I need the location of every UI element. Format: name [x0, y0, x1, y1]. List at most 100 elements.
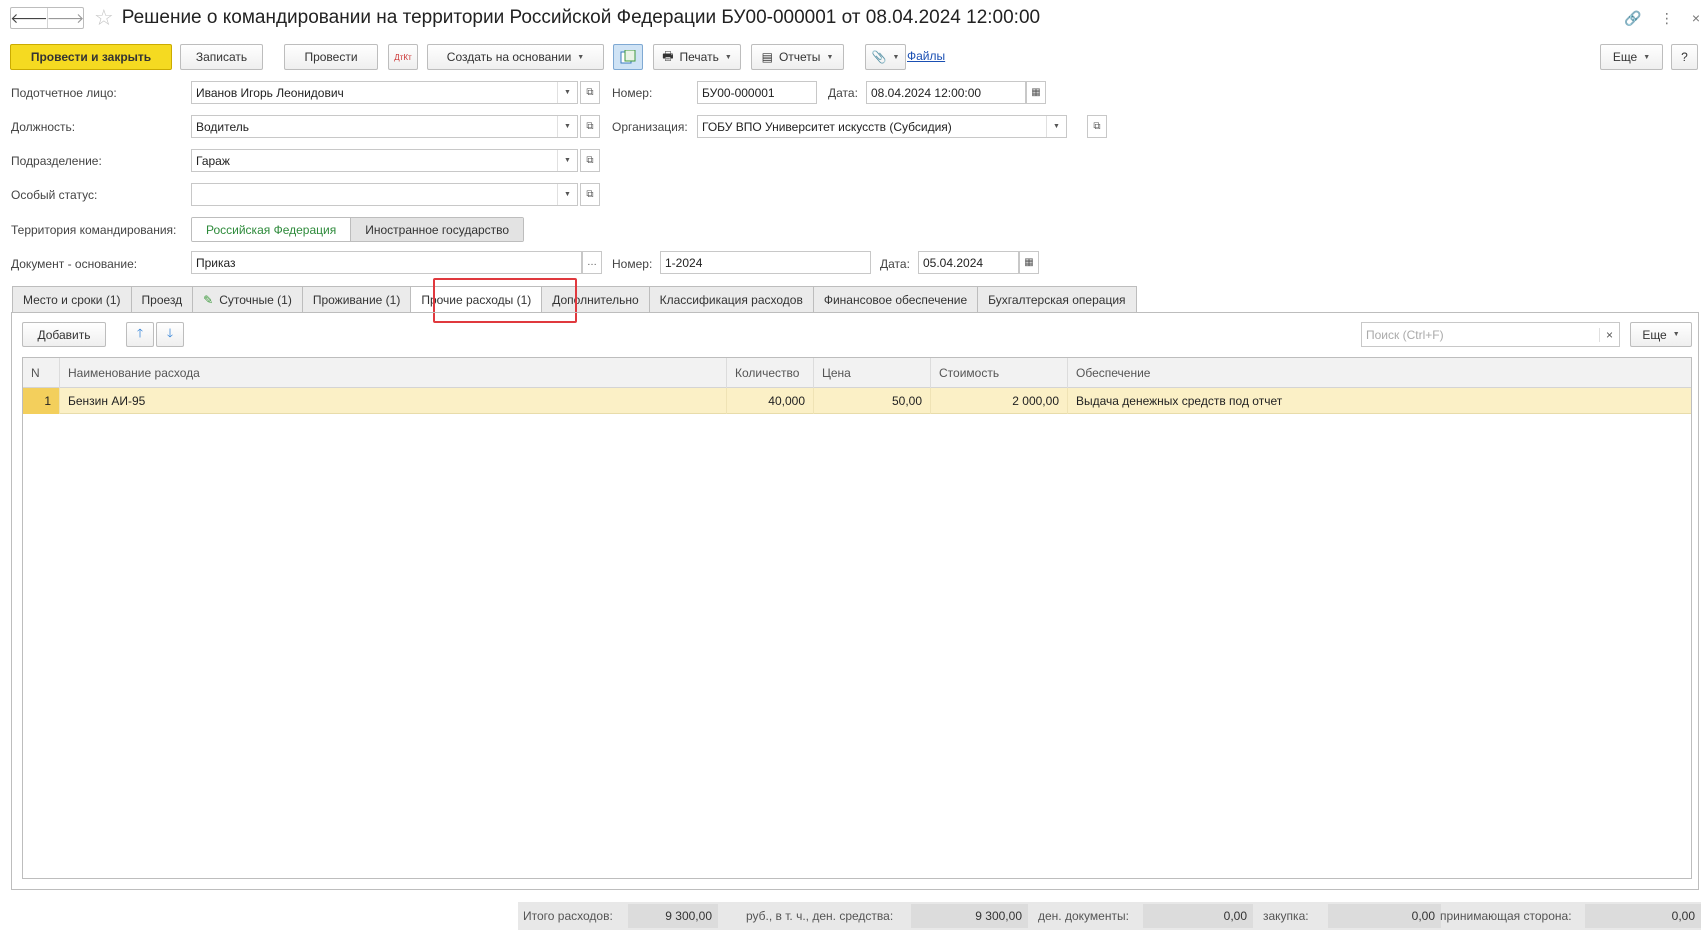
special-status-field[interactable]: ▼: [191, 183, 578, 206]
total-label: Итого расходов:: [523, 909, 613, 923]
date-label: Дата:: [828, 86, 858, 100]
save-button[interactable]: Записать: [180, 44, 263, 70]
number-label: Номер:: [612, 86, 653, 100]
tab-expense-classification[interactable]: Классификация расходов: [648, 286, 813, 313]
cash-value: 9 300,00: [911, 904, 1028, 928]
post-button[interactable]: Провести: [284, 44, 378, 70]
dropdown-arrow-icon[interactable]: ▼: [557, 150, 577, 171]
column-header-quantity[interactable]: Количество: [727, 358, 814, 388]
forward-arrow-icon[interactable]: 🡒: [47, 8, 84, 28]
basis-date-value: 05.04.2024: [923, 255, 984, 270]
cell-provision[interactable]: Выдача денежных средств под отчет: [1068, 388, 1691, 414]
territory-option-foreign[interactable]: Иностранное государство: [350, 218, 524, 241]
post-and-close-button[interactable]: Провести и закрыть: [10, 44, 172, 70]
chevron-down-icon: ▼: [1672, 331, 1680, 338]
more-options-icon[interactable]: ⋮: [1660, 10, 1674, 27]
territory-switch: Российская Федерация Иностранное государ…: [191, 217, 525, 242]
command-toolbar: Провести и закрыть Записать Провести ДтК…: [10, 44, 1698, 70]
accountable-person-field[interactable]: Иванов Игорь Леонидович ▼: [191, 81, 578, 104]
totals-footer: Итого расходов: 9 300,00 руб., в т. ч., …: [518, 902, 1701, 930]
basis-date-field[interactable]: 05.04.2024: [918, 251, 1019, 274]
column-header-cost[interactable]: Стоимость: [931, 358, 1068, 388]
title-bar: 🡐 🡒 ☆ Решение о командировании на террит…: [0, 0, 1708, 36]
tab-accounting-operation[interactable]: Бухгалтерская операция: [977, 286, 1137, 313]
column-header-name[interactable]: Наименование расхода: [60, 358, 727, 388]
page-title: Решение о командировании на территории Р…: [121, 7, 1041, 28]
move-down-icon[interactable]: 🡓: [156, 322, 184, 347]
tab-per-diem[interactable]: ✎ Суточные (1): [192, 286, 302, 313]
date-value: 08.04.2024 12:00:00: [871, 85, 982, 100]
documents-label: ден. документы:: [1038, 909, 1129, 923]
dropdown-arrow-icon[interactable]: ▼: [1046, 116, 1066, 137]
purchase-value: 0,00: [1328, 904, 1441, 928]
tab-place-and-dates[interactable]: Место и сроки (1): [12, 286, 131, 313]
date-field[interactable]: 08.04.2024 12:00:00: [866, 81, 1026, 104]
printer-icon: 🖶: [662, 48, 674, 63]
accountable-person-label: Подотчетное лицо:: [11, 86, 117, 100]
cell-name[interactable]: Бензин АИ-95: [60, 388, 727, 414]
attachment-button[interactable]: 📎 ▼: [865, 44, 906, 70]
dropdown-arrow-icon[interactable]: ▼: [557, 82, 577, 103]
open-icon[interactable]: ⧉: [580, 81, 600, 104]
add-button[interactable]: Добавить: [22, 322, 106, 347]
basis-number-field[interactable]: 1-2024: [660, 251, 871, 274]
link-icon[interactable]: 🔗: [1624, 10, 1641, 27]
position-label: Должность:: [11, 120, 76, 134]
table-more-button[interactable]: Еще ▼: [1630, 322, 1692, 347]
territory-label: Территория командирования:: [11, 223, 177, 237]
territory-option-russia[interactable]: Российская Федерация: [192, 218, 351, 241]
department-field[interactable]: Гараж ▼: [191, 149, 578, 172]
calendar-icon[interactable]: ▦: [1019, 251, 1039, 274]
cell-quantity[interactable]: 40,000: [727, 388, 814, 414]
tab-financial-support[interactable]: Финансовое обеспечение: [812, 286, 978, 313]
print-button[interactable]: 🖶 Печать ▼: [653, 44, 741, 70]
open-icon[interactable]: ⧉: [580, 149, 600, 172]
number-field[interactable]: БУ00-000001: [697, 81, 817, 104]
print-label: Печать: [679, 50, 719, 64]
chevron-down-icon: ▼: [577, 53, 585, 61]
cell-price[interactable]: 50,00: [814, 388, 931, 414]
files-link[interactable]: Файлы: [907, 49, 945, 63]
dropdown-arrow-icon[interactable]: ▼: [557, 116, 577, 137]
select-ellipsis-icon[interactable]: …: [582, 251, 602, 274]
chevron-down-icon: ▼: [1643, 53, 1651, 61]
organization-field[interactable]: ГОБУ ВПО Университет искусств (Субсидия)…: [697, 115, 1067, 138]
basis-number-label: Номер:: [612, 257, 653, 271]
more-button[interactable]: Еще ▼: [1600, 44, 1663, 70]
column-header-provision[interactable]: Обеспечение: [1068, 358, 1691, 388]
expenses-table: N Наименование расхода Количество Цена С…: [22, 357, 1692, 879]
help-button[interactable]: ?: [1671, 44, 1698, 70]
table-more-label: Еще: [1642, 327, 1667, 342]
department-value: Гараж: [196, 153, 230, 168]
number-value: БУ00-000001: [702, 85, 775, 100]
favorite-star-icon[interactable]: ☆: [94, 7, 114, 29]
table-row[interactable]: 1 Бензин АИ-95 40,000 50,00 2 000,00 Выд…: [23, 388, 1691, 414]
tab-accommodation[interactable]: Проживание (1): [301, 286, 411, 313]
tab-travel[interactable]: Проезд: [130, 286, 193, 313]
search-input[interactable]: Поиск (Ctrl+F) ×: [1361, 322, 1620, 347]
create-based-on-label: Создать на основании: [446, 50, 572, 64]
open-icon[interactable]: ⧉: [1087, 115, 1107, 138]
cell-n[interactable]: 1: [23, 388, 60, 414]
dt-kt-icon[interactable]: ДтКт: [388, 44, 418, 70]
clear-search-icon[interactable]: ×: [1599, 327, 1619, 342]
basis-document-field[interactable]: Приказ: [191, 251, 582, 274]
tab-per-diem-label: Суточные (1): [219, 292, 292, 307]
accountable-person-value: Иванов Игорь Леонидович: [196, 85, 344, 100]
cell-cost[interactable]: 2 000,00: [931, 388, 1068, 414]
open-icon[interactable]: ⧉: [580, 115, 600, 138]
structure-view-button[interactable]: [613, 44, 643, 70]
back-arrow-icon[interactable]: 🡐: [10, 8, 48, 28]
calendar-icon[interactable]: ▦: [1026, 81, 1046, 104]
close-icon[interactable]: ×: [1692, 10, 1700, 27]
move-up-icon[interactable]: 🡑: [126, 322, 154, 347]
column-header-n[interactable]: N: [23, 358, 60, 388]
column-header-price[interactable]: Цена: [814, 358, 931, 388]
create-based-on-button[interactable]: Создать на основании ▼: [427, 44, 604, 70]
position-field[interactable]: Водитель ▼: [191, 115, 578, 138]
reports-button[interactable]: ▤ Отчеты ▼: [751, 44, 844, 70]
search-placeholder: Поиск (Ctrl+F): [1366, 327, 1444, 342]
chevron-down-icon: ▼: [826, 53, 834, 61]
dropdown-arrow-icon[interactable]: ▼: [557, 184, 577, 205]
open-icon[interactable]: ⧉: [580, 183, 600, 206]
